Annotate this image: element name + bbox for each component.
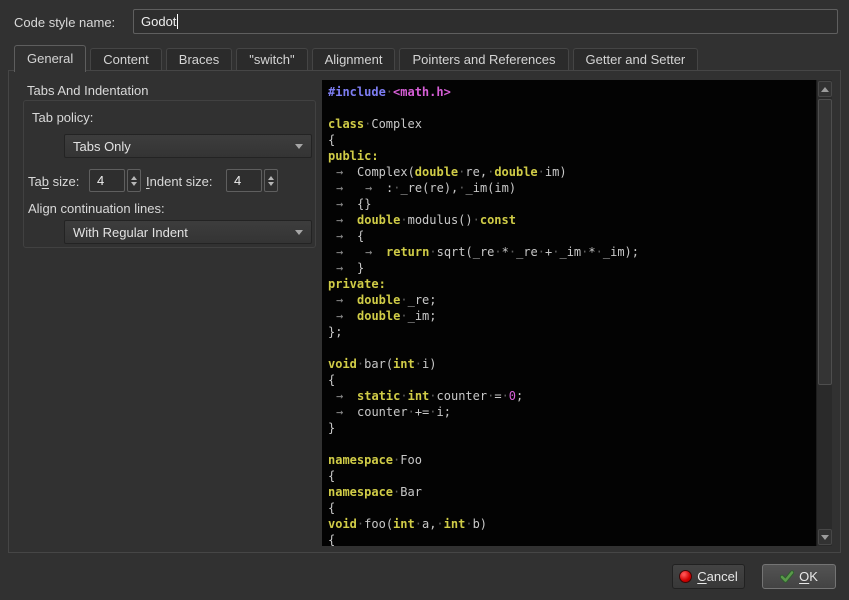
code-line: →}	[328, 260, 816, 276]
scroll-up-icon	[821, 87, 829, 92]
cancel-button-label: Cancel	[697, 569, 737, 584]
code-line: }	[328, 420, 816, 436]
code-line: →{}	[328, 196, 816, 212]
scroll-down-button[interactable]	[818, 529, 832, 545]
cancel-icon	[679, 570, 692, 583]
tab-getter-and-setter[interactable]: Getter and Setter	[573, 48, 699, 71]
code-line: →double·_re;	[328, 292, 816, 308]
code-line: →→return·sqrt(_re·*·_re·+·_im·*·_im);	[328, 244, 816, 260]
tab-bar: GeneralContentBraces"switch"AlignmentPoi…	[8, 44, 841, 71]
code-line: #include·<math.h>	[328, 84, 816, 100]
chevron-down-icon	[295, 144, 303, 149]
code-line	[328, 100, 816, 116]
tab-braces[interactable]: Braces	[166, 48, 232, 71]
cancel-button[interactable]: Cancel	[672, 564, 745, 589]
tab-policy-value: Tabs Only	[73, 139, 295, 154]
tab-switch[interactable]: "switch"	[236, 48, 307, 71]
code-style-name-input[interactable]: Godot	[133, 9, 838, 34]
tab-content[interactable]: Content	[90, 48, 162, 71]
code-line: void·bar(int·i)	[328, 356, 816, 372]
code-line: class·Complex	[328, 116, 816, 132]
code-line: public:	[328, 148, 816, 164]
tab-size-input[interactable]: 4	[89, 169, 125, 192]
code-line: →{	[328, 228, 816, 244]
align-continuation-value: With Regular Indent	[73, 225, 295, 240]
tab-general[interactable]: General	[14, 45, 86, 72]
ok-button[interactable]: OK	[762, 564, 836, 589]
group-title: Tabs And Indentation	[27, 83, 148, 98]
code-line: →double·modulus()·const	[328, 212, 816, 228]
chevron-down-icon	[295, 230, 303, 235]
code-line: void·foo(int·a,·int·b)	[328, 516, 816, 532]
code-line	[328, 436, 816, 452]
code-line: private:	[328, 276, 816, 292]
code-line: {	[328, 532, 816, 546]
tab-policy-label: Tab policy:	[32, 110, 93, 125]
spin-down-icon	[268, 182, 274, 186]
spin-down-icon	[131, 182, 137, 186]
scrollbar-thumb[interactable]	[818, 99, 832, 385]
indent-size-input[interactable]: 4	[226, 169, 262, 192]
code-line: {	[328, 468, 816, 484]
tab-alignment[interactable]: Alignment	[312, 48, 396, 71]
general-tab-panel: Tabs And Indentation Tab policy: Tabs On…	[8, 70, 841, 553]
code-style-name-label: Code style name:	[14, 15, 115, 30]
code-line	[328, 340, 816, 356]
code-line: →→:·_re(re),·_im(im)	[328, 180, 816, 196]
code-line: namespace·Bar	[328, 484, 816, 500]
code-line: →counter·+=·i;	[328, 404, 816, 420]
indent-size-stepper[interactable]	[264, 169, 278, 192]
code-line: →double·_im;	[328, 308, 816, 324]
ok-button-label: OK	[799, 569, 818, 584]
code-line: };	[328, 324, 816, 340]
tab-size-value: 4	[97, 173, 104, 188]
tab-size-stepper[interactable]	[127, 169, 141, 192]
tab-size-label: Tab size:	[28, 174, 79, 189]
indent-size-label: Indent size:	[146, 174, 213, 189]
code-preview-scrollbar[interactable]	[816, 80, 832, 546]
tab-pointers-and-references[interactable]: Pointers and References	[399, 48, 568, 71]
tabs-indentation-group: Tab policy: Tabs Only Tab size: 4 Indent…	[23, 100, 316, 248]
code-line: →Complex(double·re,·double·im)	[328, 164, 816, 180]
tab-policy-combobox[interactable]: Tabs Only	[64, 134, 312, 158]
ok-icon	[780, 570, 794, 583]
code-line: {	[328, 372, 816, 388]
code-line: →static·int·counter·=·0;	[328, 388, 816, 404]
code-preview-text: #include·<math.h>class·Complex{public:→C…	[322, 80, 816, 546]
code-line: namespace·Foo	[328, 452, 816, 468]
code-preview: #include·<math.h>class·Complex{public:→C…	[322, 80, 832, 546]
align-continuation-label: Align continuation lines:	[28, 201, 165, 216]
code-line: {	[328, 500, 816, 516]
scroll-down-icon	[821, 535, 829, 540]
align-continuation-combobox[interactable]: With Regular Indent	[64, 220, 312, 244]
dialog-header: Code style name: Godot	[0, 0, 849, 42]
spin-up-icon	[268, 176, 274, 180]
code-style-name-value: Godot	[141, 14, 176, 29]
spin-up-icon	[131, 176, 137, 180]
size-row: Tab size: 4 Indent size: 4	[28, 169, 312, 193]
indent-size-value: 4	[234, 173, 241, 188]
text-cursor	[177, 14, 178, 29]
code-line: {	[328, 132, 816, 148]
scroll-up-button[interactable]	[818, 81, 832, 97]
